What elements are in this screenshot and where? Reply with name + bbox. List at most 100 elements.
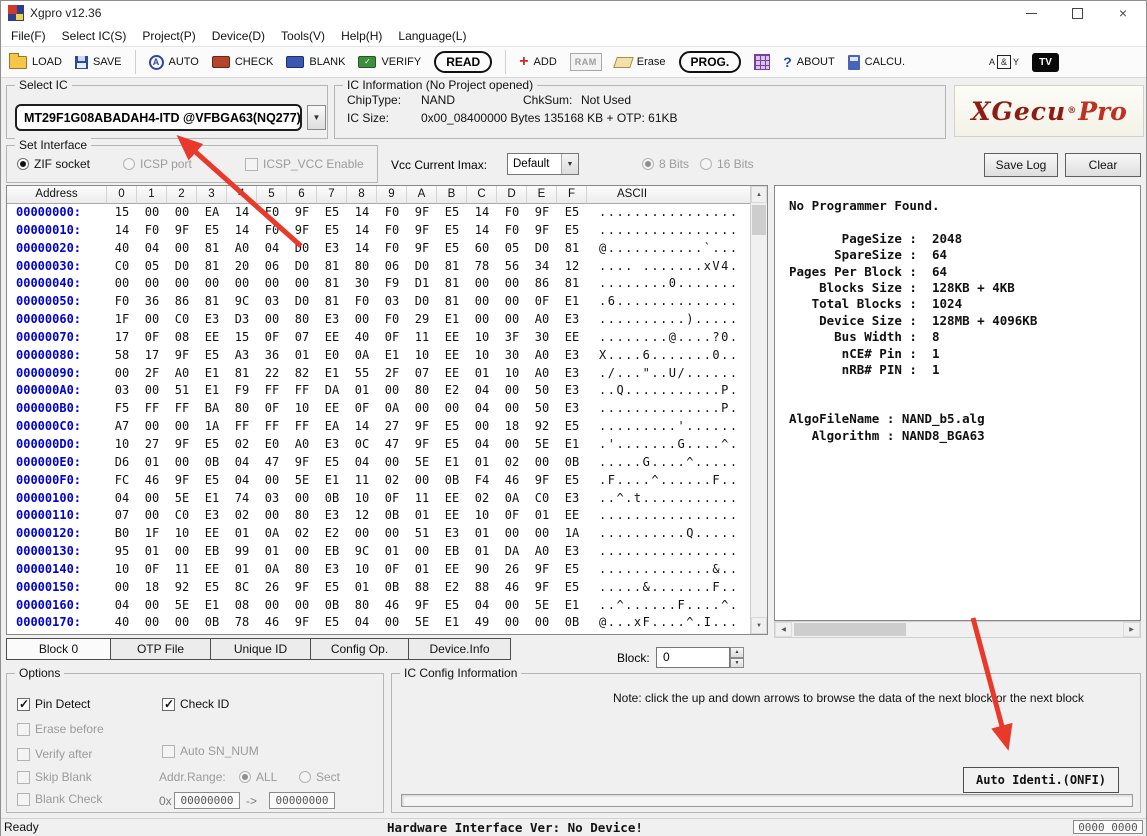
hex-byte-cell[interactable]: 01 xyxy=(407,507,437,525)
hex-byte-cell[interactable]: E1 xyxy=(197,382,227,400)
hex-byte-cell[interactable]: 9F xyxy=(167,347,197,365)
hex-byte-cell[interactable]: 01 xyxy=(377,543,407,561)
hex-byte-cell[interactable]: 00 xyxy=(407,543,437,561)
hex-byte-cell[interactable]: 1F xyxy=(137,525,167,543)
hex-byte-cell[interactable]: 00 xyxy=(257,311,287,329)
tab-unique-id[interactable]: Unique ID xyxy=(211,638,311,660)
hex-byte-cell[interactable]: 2F xyxy=(377,365,407,383)
hex-byte-cell[interactable]: F9 xyxy=(377,275,407,293)
hex-byte-cell[interactable]: E0 xyxy=(317,347,347,365)
hex-byte-cell[interactable]: A0 xyxy=(287,436,317,454)
save-log-button[interactable]: Save Log xyxy=(984,153,1058,177)
hex-byte-cell[interactable]: 26 xyxy=(497,561,527,579)
hex-byte-cell[interactable]: 99 xyxy=(227,543,257,561)
hex-byte-cell[interactable]: F0 xyxy=(377,222,407,240)
hex-byte-cell[interactable]: F0 xyxy=(107,293,137,311)
hex-byte-cell[interactable]: D0 xyxy=(407,293,437,311)
hex-byte-cell[interactable]: E1 xyxy=(557,597,587,615)
hex-byte-cell[interactable]: F0 xyxy=(347,293,377,311)
hex-byte-cell[interactable]: C0 xyxy=(527,490,557,508)
hex-byte-cell[interactable]: EA xyxy=(317,418,347,436)
hex-byte-cell[interactable]: 11 xyxy=(407,329,437,347)
hex-byte-cell[interactable]: 10 xyxy=(407,347,437,365)
clear-button[interactable]: Clear xyxy=(1065,153,1141,177)
hex-byte-cell[interactable]: 5E xyxy=(167,490,197,508)
hex-byte-cell[interactable]: 01 xyxy=(287,347,317,365)
hex-byte-cell[interactable]: 00 xyxy=(407,472,437,490)
hex-byte-cell[interactable]: A0 xyxy=(527,365,557,383)
hex-byte-cell[interactable]: 08 xyxy=(227,597,257,615)
hex-byte-cell[interactable]: 80 xyxy=(287,311,317,329)
hex-byte-cell[interactable]: E5 xyxy=(197,436,227,454)
hex-byte-cell[interactable]: 0F xyxy=(377,561,407,579)
auto-button[interactable]: AAUTO xyxy=(149,55,199,70)
hex-byte-cell[interactable]: 86 xyxy=(167,293,197,311)
hex-byte-cell[interactable]: EE xyxy=(317,400,347,418)
hex-byte-cell[interactable]: E1 xyxy=(557,436,587,454)
chevron-down-icon[interactable]: ▼ xyxy=(561,154,578,174)
hex-byte-cell[interactable]: E1 xyxy=(317,472,347,490)
hex-byte-cell[interactable]: D0 xyxy=(527,240,557,258)
hex-byte-cell[interactable]: 81 xyxy=(437,293,467,311)
spinner-down-arrow[interactable]: ▼ xyxy=(730,658,744,669)
hex-byte-cell[interactable]: 00 xyxy=(167,418,197,436)
hex-byte-cell[interactable]: 9F xyxy=(407,240,437,258)
check-id-checkbox[interactable]: Check ID xyxy=(162,697,229,711)
hex-byte-cell[interactable]: 00 xyxy=(437,400,467,418)
hex-byte-cell[interactable]: 10 xyxy=(467,347,497,365)
hex-byte-cell[interactable]: D0 xyxy=(287,240,317,258)
hex-byte-cell[interactable]: 00 xyxy=(347,311,377,329)
hex-byte-cell[interactable]: 3F xyxy=(497,329,527,347)
hex-byte-cell[interactable]: E1 xyxy=(197,597,227,615)
hex-byte-cell[interactable]: 04 xyxy=(467,382,497,400)
hex-byte-cell[interactable]: 01 xyxy=(227,561,257,579)
hex-byte-cell[interactable]: 5E xyxy=(287,472,317,490)
hex-byte-cell[interactable]: 78 xyxy=(227,614,257,632)
close-button[interactable]: × xyxy=(1100,1,1146,25)
hex-byte-cell[interactable]: 81 xyxy=(557,275,587,293)
hex-byte-cell[interactable]: 80 xyxy=(347,597,377,615)
hex-byte-cell[interactable]: 20 xyxy=(227,258,257,276)
hex-byte-cell[interactable]: 46 xyxy=(497,472,527,490)
hex-byte-cell[interactable]: 11 xyxy=(347,472,377,490)
hex-byte-cell[interactable]: EE xyxy=(437,347,467,365)
hex-byte-cell[interactable]: 0B xyxy=(377,507,407,525)
hex-byte-cell[interactable]: B0 xyxy=(107,525,137,543)
hex-byte-cell[interactable]: E3 xyxy=(317,561,347,579)
hex-byte-cell[interactable]: 14 xyxy=(347,222,377,240)
add-button[interactable]: +ADD xyxy=(519,55,557,69)
hex-byte-cell[interactable]: E5 xyxy=(437,222,467,240)
hex-byte-cell[interactable]: E3 xyxy=(317,436,347,454)
hex-byte-cell[interactable]: 00 xyxy=(287,490,317,508)
hex-byte-cell[interactable]: D0 xyxy=(287,258,317,276)
hex-byte-cell[interactable]: 04 xyxy=(107,490,137,508)
scroll-up-arrow[interactable]: ▲ xyxy=(751,186,767,203)
hex-byte-cell[interactable]: 47 xyxy=(377,436,407,454)
hex-byte-cell[interactable]: F0 xyxy=(377,204,407,222)
hex-byte-cell[interactable]: 00 xyxy=(137,507,167,525)
hex-byte-cell[interactable]: D0 xyxy=(407,258,437,276)
hex-byte-cell[interactable]: EB xyxy=(437,543,467,561)
hex-byte-cell[interactable]: 88 xyxy=(407,579,437,597)
menu-item-6[interactable]: Language(L) xyxy=(390,26,474,46)
scroll-down-arrow[interactable]: ▼ xyxy=(751,617,767,634)
hex-byte-cell[interactable]: 00 xyxy=(497,275,527,293)
hex-byte-cell[interactable]: 02 xyxy=(467,490,497,508)
hex-byte-cell[interactable]: 0A xyxy=(497,490,527,508)
menu-item-1[interactable]: Select IC(S) xyxy=(54,26,135,46)
hex-byte-cell[interactable]: 00 xyxy=(137,614,167,632)
blank-button[interactable]: BLANK xyxy=(286,56,345,68)
hex-byte-cell[interactable]: 9F xyxy=(287,579,317,597)
hex-byte-cell[interactable]: 04 xyxy=(227,472,257,490)
hex-byte-cell[interactable]: 0B xyxy=(197,454,227,472)
hex-byte-cell[interactable]: E5 xyxy=(197,579,227,597)
hex-byte-cell[interactable]: 04 xyxy=(347,614,377,632)
hex-byte-cell[interactable]: 14 xyxy=(347,240,377,258)
hex-byte-cell[interactable]: 04 xyxy=(137,240,167,258)
hex-byte-cell[interactable]: 14 xyxy=(227,204,257,222)
hex-byte-cell[interactable]: D0 xyxy=(287,293,317,311)
hex-byte-cell[interactable]: 0B xyxy=(557,614,587,632)
hex-byte-cell[interactable]: 00 xyxy=(167,204,197,222)
auto-identi-onfi-button[interactable]: Auto Identi.(ONFI) xyxy=(963,767,1119,793)
tab-device-info[interactable]: Device.Info xyxy=(409,638,511,660)
